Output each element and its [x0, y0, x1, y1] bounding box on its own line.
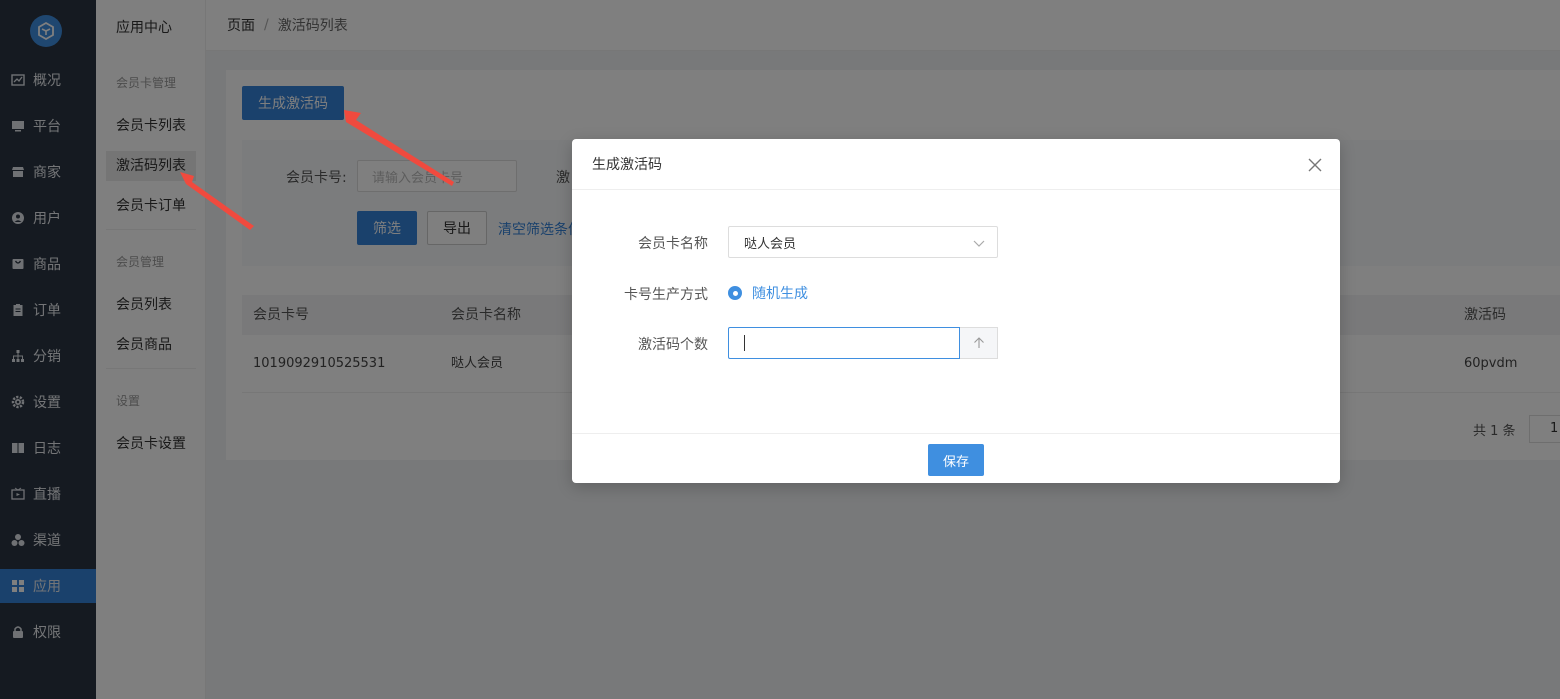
arrow-up-icon: [973, 337, 984, 348]
dialog-title: 生成激活码: [592, 157, 662, 173]
card-name-value: 哒人会员: [744, 236, 797, 252]
dialog-header: 生成激活码: [572, 139, 1340, 190]
count-stepper-up[interactable]: [960, 327, 998, 359]
gen-mode-label: 卡号生产方式: [624, 287, 708, 303]
close-icon[interactable]: [1308, 158, 1324, 174]
radio-checked-icon[interactable]: [728, 286, 742, 300]
count-label: 激活码个数: [638, 337, 708, 353]
save-button[interactable]: 保存: [928, 444, 984, 476]
gen-mode-radio[interactable]: 随机生成: [728, 283, 808, 303]
gen-mode-value[interactable]: 随机生成: [752, 283, 808, 303]
dialog-footer: 保存: [572, 433, 1340, 483]
card-name-label: 会员卡名称: [638, 236, 708, 252]
count-input[interactable]: [728, 327, 960, 359]
card-name-select[interactable]: 哒人会员: [728, 226, 998, 258]
text-caret: [744, 335, 745, 351]
chevron-down-icon: [973, 237, 985, 252]
generate-code-dialog: 生成激活码 会员卡名称 哒人会员 卡号生产方式 随机生成 激活码个数 保存: [572, 139, 1340, 483]
